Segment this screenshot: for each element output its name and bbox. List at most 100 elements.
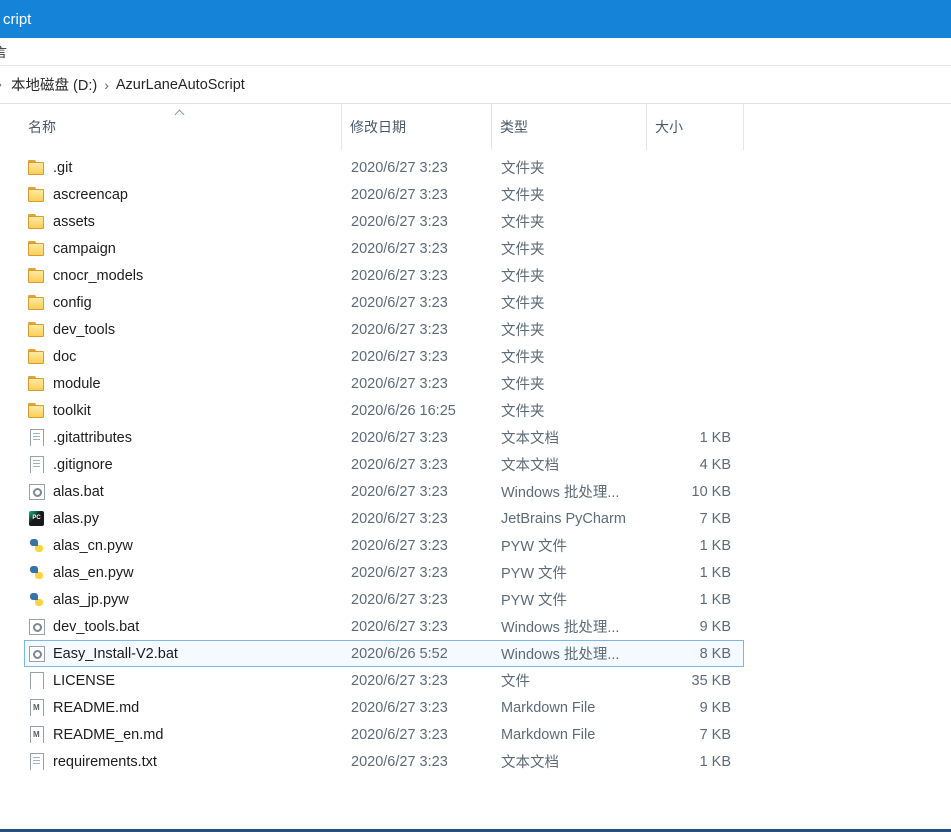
folder-icon [28, 294, 45, 311]
file-size: 35 KB [648, 673, 745, 689]
file-size: 9 KB [648, 700, 745, 716]
file-date-modified: 2020/6/27 3:23 [343, 268, 493, 284]
file-row[interactable]: alas_en.pyw 2020/6/27 3:23 PYW 文件 1 KB [24, 559, 744, 586]
file-date-modified: 2020/6/27 3:23 [343, 673, 493, 689]
column-header-size[interactable]: 大小 [647, 104, 744, 150]
breadcrumb-separator-icon[interactable]: › [99, 77, 114, 93]
folder-icon [28, 267, 45, 284]
address-bar[interactable]: › 本地磁盘 (D:) › AzurLaneAutoScript [0, 66, 951, 104]
bat-file-icon [28, 645, 45, 662]
bat-file-icon [28, 483, 45, 500]
file-date-modified: 2020/6/27 3:23 [343, 592, 493, 608]
file-size: 10 KB [648, 484, 745, 500]
file-type: Windows 批处理... [493, 643, 648, 664]
file-type: PYW 文件 [493, 589, 648, 610]
file-size: 1 KB [648, 430, 745, 446]
file-date-modified: 2020/6/27 3:23 [343, 376, 493, 392]
file-name: .git [25, 159, 343, 176]
file-row[interactable]: ascreencap 2020/6/27 3:23 文件夹 [24, 181, 744, 208]
file-row[interactable]: assets 2020/6/27 3:23 文件夹 [24, 208, 744, 235]
file-row[interactable]: alas.py 2020/6/27 3:23 JetBrains PyCharm… [24, 505, 744, 532]
text-file-icon [28, 429, 45, 446]
column-header-date-label: 修改日期 [350, 117, 406, 137]
file-name: alas.py [25, 510, 343, 527]
file-row[interactable]: README_en.md 2020/6/27 3:23 Markdown Fil… [24, 721, 744, 748]
file-name: toolkit [25, 402, 343, 419]
file-name: assets [25, 213, 343, 230]
file-name: requirements.txt [25, 753, 343, 770]
file-row[interactable]: .gitignore 2020/6/27 3:23 文本文档 4 KB [24, 451, 744, 478]
breadcrumb-drive[interactable]: 本地磁盘 (D:) [9, 74, 99, 95]
file-row[interactable]: requirements.txt 2020/6/27 3:23 文本文档 1 K… [24, 748, 744, 775]
file-type: PYW 文件 [493, 562, 648, 583]
markdown-file-icon [28, 699, 45, 716]
file-type: Windows 批处理... [493, 616, 648, 637]
file-type: 文件夹 [493, 400, 648, 421]
file-name: alas_en.pyw [25, 564, 343, 581]
column-header-type[interactable]: 类型 [492, 104, 647, 150]
file-row[interactable]: doc 2020/6/27 3:23 文件夹 [24, 343, 744, 370]
file-row[interactable]: toolkit 2020/6/26 16:25 文件夹 [24, 397, 744, 424]
file-size: 9 KB [648, 619, 745, 635]
file-date-modified: 2020/6/27 3:23 [343, 754, 493, 770]
file-name: ascreencap [25, 186, 343, 203]
column-header-name[interactable]: 名称 [24, 104, 342, 150]
file-row[interactable]: module 2020/6/27 3:23 文件夹 [24, 370, 744, 397]
file-name: dev_tools.bat [25, 618, 343, 635]
file-name: README.md [25, 699, 343, 716]
column-header-type-label: 类型 [500, 117, 528, 137]
file-date-modified: 2020/6/27 3:23 [343, 430, 493, 446]
file-row[interactable]: .git 2020/6/27 3:23 文件夹 [24, 154, 744, 181]
file-type: 文件夹 [493, 319, 648, 340]
title-bar[interactable]: cript [0, 0, 951, 38]
file-type: Windows 批处理... [493, 481, 648, 502]
file-type: 文本文档 [493, 751, 648, 772]
file-type: Markdown File [493, 700, 648, 716]
text-file-icon [28, 753, 45, 770]
file-date-modified: 2020/6/27 3:23 [343, 619, 493, 635]
column-header-date[interactable]: 修改日期 [342, 104, 492, 150]
file-date-modified: 2020/6/27 3:23 [343, 160, 493, 176]
file-type: 文件夹 [493, 346, 648, 367]
file-type: 文件夹 [493, 373, 648, 394]
bat-file-icon [28, 618, 45, 635]
file-row[interactable]: dev_tools.bat 2020/6/27 3:23 Windows 批处理… [24, 613, 744, 640]
file-date-modified: 2020/6/27 3:23 [343, 457, 493, 473]
python-file-icon [28, 537, 45, 554]
chevron-right-icon[interactable]: › [0, 76, 9, 93]
file-row[interactable]: Easy_Install-V2.bat 2020/6/26 5:52 Windo… [24, 640, 744, 667]
file-row[interactable]: campaign 2020/6/27 3:23 文件夹 [24, 235, 744, 262]
file-date-modified: 2020/6/27 3:23 [343, 565, 493, 581]
file-row[interactable]: README.md 2020/6/27 3:23 Markdown File 9… [24, 694, 744, 721]
file-name: alas.bat [25, 483, 343, 500]
file-name: README_en.md [25, 726, 343, 743]
file-date-modified: 2020/6/26 5:52 [343, 646, 493, 662]
file-name: doc [25, 348, 343, 365]
file-type: 文件夹 [493, 238, 648, 259]
file-row[interactable]: cnocr_models 2020/6/27 3:23 文件夹 [24, 262, 744, 289]
file-size: 1 KB [648, 565, 745, 581]
file-row[interactable]: config 2020/6/27 3:23 文件夹 [24, 289, 744, 316]
file-name: .gitattributes [25, 429, 343, 446]
file-type: 文件夹 [493, 184, 648, 205]
file-row[interactable]: alas_jp.pyw 2020/6/27 3:23 PYW 文件 1 KB [24, 586, 744, 613]
folder-icon [28, 321, 45, 338]
folder-icon [28, 213, 45, 230]
column-header-size-label: 大小 [655, 117, 683, 137]
file-row[interactable]: .gitattributes 2020/6/27 3:23 文本文档 1 KB [24, 424, 744, 451]
file-row[interactable]: alas_cn.pyw 2020/6/27 3:23 PYW 文件 1 KB [24, 532, 744, 559]
file-size: 1 KB [648, 538, 745, 554]
breadcrumb-folder[interactable]: AzurLaneAutoScript [114, 77, 247, 93]
file-row[interactable]: LICENSE 2020/6/27 3:23 文件 35 KB [24, 667, 744, 694]
file-row[interactable]: alas.bat 2020/6/27 3:23 Windows 批处理... 1… [24, 478, 744, 505]
column-header-row: 名称 修改日期 类型 大小 [24, 104, 744, 150]
menu-bar: 言 [0, 38, 951, 66]
menu-item-fragment[interactable]: 言 [0, 42, 7, 61]
explorer-window: cript 言 › 本地磁盘 (D:) › AzurLaneAutoScript… [0, 0, 951, 832]
file-size: 7 KB [648, 511, 745, 527]
python-file-icon [28, 591, 45, 608]
file-date-modified: 2020/6/27 3:23 [343, 538, 493, 554]
file-date-modified: 2020/6/26 16:25 [343, 403, 493, 419]
file-row[interactable]: dev_tools 2020/6/27 3:23 文件夹 [24, 316, 744, 343]
file-name: module [25, 375, 343, 392]
